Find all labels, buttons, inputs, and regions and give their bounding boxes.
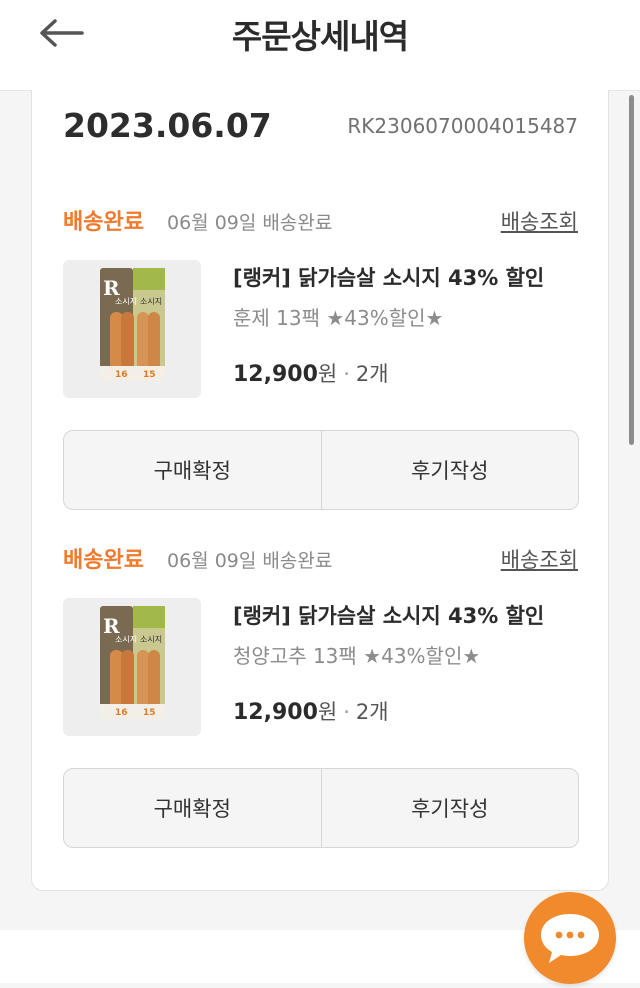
item-action-buttons: 구매확정 후기작성 [63,768,579,848]
tracking-link[interactable]: 배송조회 [501,206,578,236]
separator-dot: · [343,362,350,386]
confirm-purchase-button[interactable]: 구매확정 [64,769,321,847]
product-option: 훈제 13팩 ★43%할인★ [233,306,444,330]
delivery-info: 06월 09일 배송완료 [167,212,333,234]
product-quantity: 2개 [355,362,389,386]
app-header: 주문상세내역 [0,0,640,91]
page-title: 주문상세내역 [231,17,409,56]
svg-text:15: 15 [143,370,156,380]
chat-button[interactable] [524,892,616,984]
product-option: 청양고추 13팩 ★43%할인★ [233,644,481,668]
order-card: 2023.06.07 RK2306070004015487 배송완료 06월 0… [31,90,609,891]
product-name[interactable]: [랭커] 닭가슴살 소시지 43% 할인 [233,262,544,292]
svg-text:소시지: 소시지 [140,297,162,306]
confirm-purchase-button[interactable]: 구매확정 [64,431,321,509]
svg-text:16: 16 [115,708,128,718]
shipment-status: 배송완료 [63,210,144,235]
order-number: RK2306070004015487 [347,114,578,138]
svg-text:16: 16 [115,370,128,380]
order-date: 2023.06.07 [63,106,272,145]
product-quantity: 2개 [355,700,389,724]
product-price-row: 12,900원 · 2개 [233,696,389,726]
product-price: 12,900 [233,362,318,387]
shipment-status: 배송완료 [63,548,144,573]
chat-bubble-icon [541,914,599,963]
product-price-row: 12,900원 · 2개 [233,358,389,388]
write-review-button[interactable]: 후기작성 [320,769,579,847]
separator-dot: · [343,700,350,724]
price-currency: 원 [317,362,338,386]
svg-text:15: 15 [143,708,156,718]
svg-text:소시지: 소시지 [115,297,137,306]
product-name[interactable]: [랭커] 닭가슴살 소시지 43% 할인 [233,600,544,630]
write-review-button[interactable]: 후기작성 [320,431,579,509]
svg-text:소시지: 소시지 [140,635,162,644]
scrollbar[interactable] [629,95,634,445]
shipment-header: 배송완료 06월 09일 배송완료 배송조회 [63,542,578,574]
item-action-buttons: 구매확정 후기작성 [63,430,579,510]
tracking-link[interactable]: 배송조회 [501,544,578,574]
product-image[interactable]: R 소시지 소시지 16 15 [63,260,201,398]
shipment-header: 배송완료 06월 09일 배송완료 배송조회 [63,204,578,236]
product-price: 12,900 [233,700,318,725]
delivery-info: 06월 09일 배송완료 [167,550,333,572]
price-currency: 원 [317,700,338,724]
svg-text:소시지: 소시지 [115,635,137,644]
product-image[interactable]: R 소시지 소시지 16 15 [63,598,201,736]
